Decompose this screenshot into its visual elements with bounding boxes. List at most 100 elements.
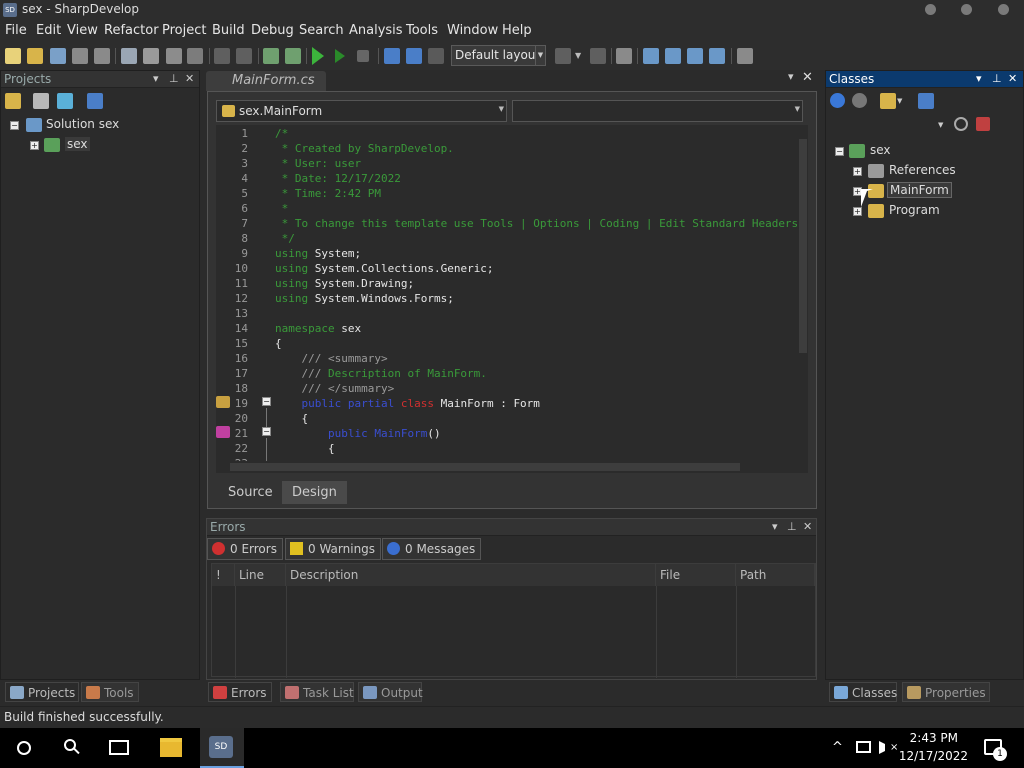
scrollbar-thumb[interactable] (230, 463, 740, 471)
errors-filter-button[interactable]: 0 Errors (207, 538, 283, 560)
open-solution-icon[interactable] (50, 48, 66, 64)
class-filter-icon[interactable] (880, 93, 896, 109)
cascade-icon[interactable] (709, 48, 725, 64)
expand-toggle-icon[interactable]: + (853, 167, 862, 176)
run-icon[interactable] (312, 47, 324, 65)
format-icon[interactable] (616, 48, 632, 64)
step-out-icon[interactable] (428, 48, 444, 64)
expand-toggle-icon[interactable]: + (853, 207, 862, 216)
bookmark-icon[interactable] (555, 48, 571, 64)
step-over-icon[interactable] (384, 48, 400, 64)
menu-analysis[interactable]: Analysis (349, 23, 403, 38)
class-combo[interactable]: sex.MainForm ▼ (216, 100, 507, 122)
refresh-icon[interactable] (57, 93, 73, 109)
stop-icon[interactable] (357, 50, 369, 62)
chevron-down-icon[interactable]: ▾ (976, 72, 982, 85)
pin-icon[interactable]: ⊥ (992, 72, 1002, 85)
editor-vertical-scrollbar[interactable] (798, 127, 808, 461)
tab-projects[interactable]: Projects (5, 682, 79, 702)
forward-arrow-icon[interactable] (852, 93, 867, 108)
collapse-all-icon[interactable] (87, 93, 103, 109)
redo-icon[interactable] (236, 48, 252, 64)
tab-errors[interactable]: Errors (208, 682, 272, 702)
close-icon[interactable]: ✕ (1008, 72, 1017, 85)
scrollbar-thumb[interactable] (799, 139, 807, 353)
clear-search-icon[interactable] (976, 117, 990, 131)
chevron-down-icon[interactable]: ▾ (153, 72, 159, 85)
code-editor[interactable]: 1234567891011121314151617181920212223/* … (216, 125, 808, 461)
show-all-files-icon[interactable] (33, 93, 49, 109)
editor-horizontal-scrollbar[interactable] (216, 461, 808, 473)
column-header-line[interactable]: Line (235, 564, 286, 586)
layout-select[interactable]: Default layout ▼ (451, 45, 546, 66)
search-icon[interactable] (737, 48, 753, 64)
back-arrow-icon[interactable] (830, 93, 845, 108)
fold-toggle-icon[interactable]: − (262, 427, 271, 436)
close-icon[interactable]: ✕ (803, 520, 812, 533)
new-file-icon[interactable] (5, 48, 21, 64)
tab-task-list[interactable]: Task List (280, 682, 354, 702)
open-icon[interactable] (27, 48, 43, 64)
menu-refactor[interactable]: Refactor (104, 23, 159, 38)
tab-properties[interactable]: Properties (902, 682, 990, 702)
menu-window[interactable]: Window (447, 23, 498, 38)
find-icon[interactable] (590, 48, 606, 64)
window-icon[interactable] (643, 48, 659, 64)
delete-icon[interactable] (187, 48, 203, 64)
sharpdevelop-taskbar-button[interactable]: SD (200, 728, 244, 768)
paste-icon[interactable] (166, 48, 182, 64)
save-all-icon[interactable] (94, 48, 110, 64)
properties-icon[interactable] (5, 93, 21, 109)
menu-file[interactable]: File (5, 23, 27, 38)
tab-classes[interactable]: Classes (829, 682, 897, 702)
tab-source[interactable]: Source (218, 481, 283, 504)
chevron-down-icon[interactable]: ▼ (938, 121, 943, 129)
column-header-description[interactable]: Description (286, 564, 656, 586)
menu-search[interactable]: Search (299, 23, 344, 38)
chevron-down-icon[interactable]: ▼ (575, 51, 581, 60)
collapse-all-icon[interactable] (918, 93, 934, 109)
expand-toggle-icon[interactable]: + (30, 141, 39, 150)
menu-view[interactable]: View (67, 23, 98, 38)
warnings-filter-button[interactable]: 0 Warnings (285, 538, 382, 560)
menu-tools[interactable]: Tools (406, 23, 438, 38)
chevron-down-icon[interactable]: ▾ (772, 520, 778, 533)
chevron-up-icon[interactable]: ^ (832, 740, 843, 755)
copy-icon[interactable] (143, 48, 159, 64)
close-document-icon[interactable]: ✕ (802, 70, 813, 85)
pin-icon[interactable]: ⊥ (787, 520, 797, 533)
tab-mainform-cs[interactable]: MainForm.cs (206, 71, 326, 91)
build-icon[interactable] (263, 48, 279, 64)
column-header-severity[interactable]: ! (212, 564, 235, 586)
menu-help[interactable]: Help (502, 23, 532, 38)
undo-icon[interactable] (214, 48, 230, 64)
tile-icon[interactable] (687, 48, 703, 64)
tab-output[interactable]: Output (358, 682, 423, 702)
search-icon[interactable] (954, 117, 968, 131)
collapse-toggle-icon[interactable]: − (835, 147, 844, 156)
fold-toggle-icon[interactable]: − (262, 397, 271, 406)
cut-icon[interactable] (121, 48, 137, 64)
column-header-file[interactable]: File (656, 564, 736, 586)
maximize-button[interactable] (961, 4, 972, 15)
rebuild-icon[interactable] (285, 48, 301, 64)
pin-icon[interactable]: ⊥ (169, 72, 179, 85)
column-header-path[interactable]: Path (736, 564, 815, 586)
task-view-icon[interactable] (109, 740, 129, 755)
clock-date[interactable]: 12/17/2022 (899, 749, 968, 763)
chevron-down-icon[interactable]: ▾ (788, 70, 794, 83)
run-without-debug-icon[interactable] (335, 49, 345, 63)
messages-filter-button[interactable]: 0 Messages (382, 538, 482, 560)
tab-tools[interactable]: Tools (81, 682, 139, 702)
split-icon[interactable] (665, 48, 681, 64)
menu-project[interactable]: Project (162, 23, 206, 38)
tab-design[interactable]: Design (282, 481, 347, 504)
step-into-icon[interactable] (406, 48, 422, 64)
save-icon[interactable] (72, 48, 88, 64)
start-icon[interactable] (17, 741, 31, 755)
menu-edit[interactable]: Edit (36, 23, 61, 38)
chevron-down-icon[interactable]: ▼ (897, 97, 902, 105)
collapse-toggle-icon[interactable]: − (10, 121, 19, 130)
file-explorer-icon[interactable] (160, 738, 182, 757)
close-icon[interactable]: ✕ (185, 72, 194, 85)
